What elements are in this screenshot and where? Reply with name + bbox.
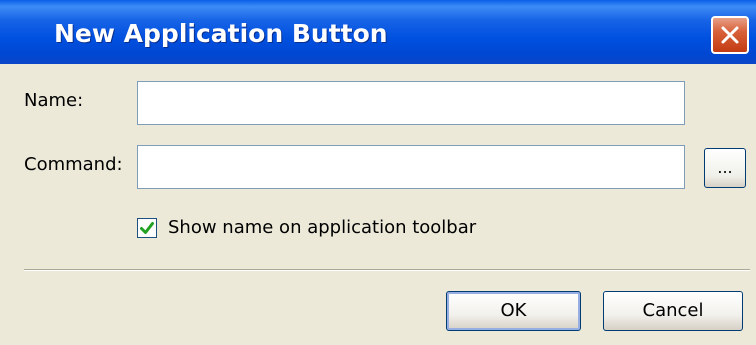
show-name-checkbox[interactable]: [137, 218, 157, 238]
command-label: Command:: [24, 154, 123, 175]
show-name-label[interactable]: Show name on application toolbar: [168, 217, 476, 239]
name-input[interactable]: [137, 81, 685, 125]
name-label: Name:: [24, 90, 84, 111]
checkmark-icon: [140, 222, 154, 234]
close-button[interactable]: [711, 16, 749, 54]
dialog-window: New Application Button Name: Command: ..…: [0, 0, 756, 345]
browse-button[interactable]: ...: [704, 148, 746, 188]
title-bar[interactable]: New Application Button: [0, 0, 756, 64]
ok-button[interactable]: OK: [446, 291, 581, 331]
dialog-title: New Application Button: [54, 19, 388, 48]
browse-label: ...: [717, 158, 733, 177]
command-input[interactable]: [137, 145, 685, 189]
close-icon: [721, 26, 739, 44]
divider: [24, 269, 750, 271]
cancel-button[interactable]: Cancel: [603, 291, 743, 331]
